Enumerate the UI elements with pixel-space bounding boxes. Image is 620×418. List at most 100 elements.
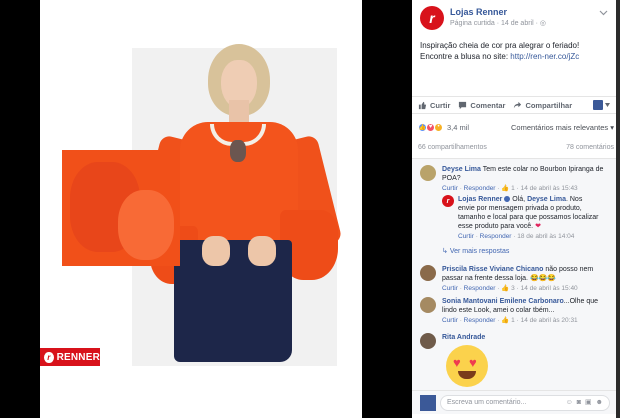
comment-like-count[interactable]: 1 — [511, 185, 515, 192]
like-button[interactable]: Curtir — [418, 101, 450, 110]
comment-author[interactable]: Rita Andrade — [442, 334, 485, 341]
thumbs-up-icon — [418, 101, 427, 109]
page-avatar[interactable]: r — [442, 195, 454, 207]
scrollbar[interactable] — [616, 0, 620, 418]
post-text-line: Inspiração cheia de cor pra alegrar o fe… — [420, 41, 580, 50]
reply-mention[interactable]: Deyse Lima — [527, 196, 566, 203]
post-action-bar: Curtir Comentar Compartilhar — [412, 96, 616, 114]
reply-meta: Curtir · Responder · 18 de abril às 14:0… — [458, 233, 575, 240]
comment-composer: Escreva um comentário... ☺ ◙ ▣ ☻ — [412, 390, 616, 414]
comment-reply-link[interactable]: Responder — [464, 317, 496, 324]
heart-eye-icon: ♥ — [469, 355, 477, 370]
comment-author[interactable]: Priscila Risse — [442, 266, 488, 273]
reply-author[interactable]: Lojas Renner — [458, 196, 502, 203]
post-as-selector[interactable] — [593, 100, 610, 110]
detail-fold — [118, 190, 174, 260]
comment-meta: Curtir · Responder · 👍 1 · 14 de abril à… — [442, 185, 578, 192]
commenter-avatar[interactable] — [420, 165, 436, 181]
comment-input-placeholder: Escreva um comentário... — [447, 399, 527, 406]
comments-count[interactable]: 78 comentários — [566, 144, 614, 151]
user-avatar — [420, 395, 436, 411]
heart-eyes-emoji-icon: ♥ ♥ — [446, 345, 488, 387]
comment-reply-link[interactable]: Responder — [464, 185, 496, 192]
post-meta: Página curtida · 14 de abril · ◎ — [450, 20, 546, 27]
user-avatar — [593, 100, 603, 110]
emoji-picker-icon[interactable]: ☺ — [566, 396, 573, 410]
comment-like-count[interactable]: 1 — [511, 317, 515, 324]
share-label: Compartilhar — [525, 100, 573, 110]
comment-body: Rita Andrade — [442, 333, 608, 342]
like-icon: 👍 — [501, 317, 510, 324]
sleeve-detail-inset — [62, 150, 180, 266]
comment-mention[interactable]: Emilene Carbonaro — [500, 298, 564, 305]
reaction-count[interactable]: 3,4 mil — [447, 123, 469, 132]
commenter-avatar[interactable] — [420, 265, 436, 281]
comment-like-count[interactable]: 3 — [511, 285, 515, 292]
sticker-icon[interactable]: ☻ — [596, 396, 603, 410]
renner-logo-text: RENNER — [56, 351, 100, 363]
comment-body: Deyse Lima Tem este colar no Bourbon Ipi… — [442, 165, 608, 193]
share-button[interactable]: Compartilhar — [513, 101, 572, 110]
post-text-fragment: Encontre a blusa no site: — [420, 52, 509, 61]
comment-meta: Curtir · Responder · 👍 3 · 14 de abril à… — [442, 285, 578, 292]
renner-logo-icon: r — [44, 351, 54, 363]
share-icon — [514, 101, 522, 108]
reply-arrow-icon: ↳ — [442, 248, 448, 255]
post-photo[interactable]: r RENNER — [40, 0, 362, 418]
post-text-line: Encontre a blusa no site: http://ren-ner… — [420, 51, 612, 62]
camera-icon[interactable]: ◙ — [577, 396, 581, 410]
see-more-replies-link[interactable]: ↳ Ver mais respostas — [442, 247, 509, 255]
comment-mention[interactable]: Viviane Chicano — [489, 266, 543, 273]
renner-logo-badge: r RENNER — [40, 348, 100, 366]
like-icon: 👍 — [501, 185, 510, 192]
gif-icon[interactable]: ▣ — [585, 396, 592, 410]
comments-list: Deyse Lima Tem este colar no Bourbon Ipi… — [412, 158, 616, 390]
comment-like-link[interactable]: Curtir — [442, 317, 458, 324]
comment-date[interactable]: 14 de abril às 20:31 — [521, 317, 578, 324]
comment-date[interactable]: 14 de abril às 15:43 — [521, 185, 578, 192]
reply-text-fragment: Olá, — [512, 196, 526, 203]
post-side-panel: r Lojas Renner Página curtida · 14 de ab… — [412, 0, 616, 418]
comment-body: Sonia Mantovani Emilene Carbonaro...Olhe… — [442, 297, 608, 325]
page-name-link[interactable]: Lojas Renner — [450, 7, 507, 17]
comment-author[interactable]: Sonia Mantovani — [442, 298, 498, 305]
comment-like-link[interactable]: Curtir — [442, 285, 458, 292]
caret-down-icon — [605, 103, 610, 107]
comment-input[interactable]: Escreva um comentário... ☺ ◙ ▣ ☻ — [440, 395, 610, 411]
comment-like-link[interactable]: Curtir — [442, 185, 458, 192]
post-header: r Lojas Renner Página curtida · 14 de ab… — [420, 6, 610, 32]
reactions-summary[interactable]: 👍 ♥ • 3,4 mil Comentários mais relevante… — [418, 120, 614, 134]
comment-icon — [459, 101, 467, 109]
heart-eye-icon: ♥ — [453, 355, 461, 370]
reply-date[interactable]: 18 de abril às 14:04 — [517, 233, 574, 240]
comment-label: Comentar — [470, 100, 506, 110]
model-hand-right — [248, 236, 276, 266]
shares-count[interactable]: 66 compartilhamentos — [418, 144, 487, 151]
post-link[interactable]: http://ren-ner.co/jZc — [510, 52, 579, 61]
commenter-avatar[interactable] — [420, 297, 436, 313]
model-hand-left — [202, 236, 230, 266]
post-stats: 66 compartilhamentos 78 comentários — [418, 144, 614, 151]
comment-sort-dropdown[interactable]: Comentários mais relevantes ▾ — [511, 123, 614, 132]
comment-button[interactable]: Comentar — [458, 101, 505, 110]
composer-icons: ☺ ◙ ▣ ☻ — [566, 396, 603, 410]
like-label: Curtir — [430, 100, 451, 110]
post-text: Inspiração cheia de cor pra alegrar o fe… — [420, 40, 612, 62]
comment-date[interactable]: 14 de abril às 15:40 — [521, 285, 578, 292]
reply-like-link[interactable]: Curtir — [458, 233, 474, 240]
page-avatar[interactable]: r — [420, 6, 444, 30]
verified-badge-icon — [504, 196, 511, 203]
reply-reply-link[interactable]: Responder — [480, 233, 512, 240]
like-icon: 👍 — [501, 285, 510, 292]
chevron-down-icon[interactable] — [599, 9, 608, 18]
commenter-avatar[interactable] — [420, 333, 436, 349]
comment-body: Priscila Risse Viviane Chicano não posso… — [442, 265, 608, 293]
see-more-replies-label: Ver mais respostas — [449, 248, 510, 255]
photo-lightbox: r RENNER r Lojas Renner Página curtida ·… — [0, 0, 620, 418]
comment-reply-link[interactable]: Responder — [464, 285, 496, 292]
emoji-mouth — [458, 371, 476, 379]
comment-author[interactable]: Deyse Lima — [442, 166, 481, 173]
comment-meta: Curtir · Responder · 👍 1 · 14 de abril à… — [442, 317, 578, 324]
reply-body: Lojas Renner Olá, Deyse Lima. Nos envie … — [458, 195, 600, 241]
wow-reaction-icon: • — [434, 122, 443, 132]
